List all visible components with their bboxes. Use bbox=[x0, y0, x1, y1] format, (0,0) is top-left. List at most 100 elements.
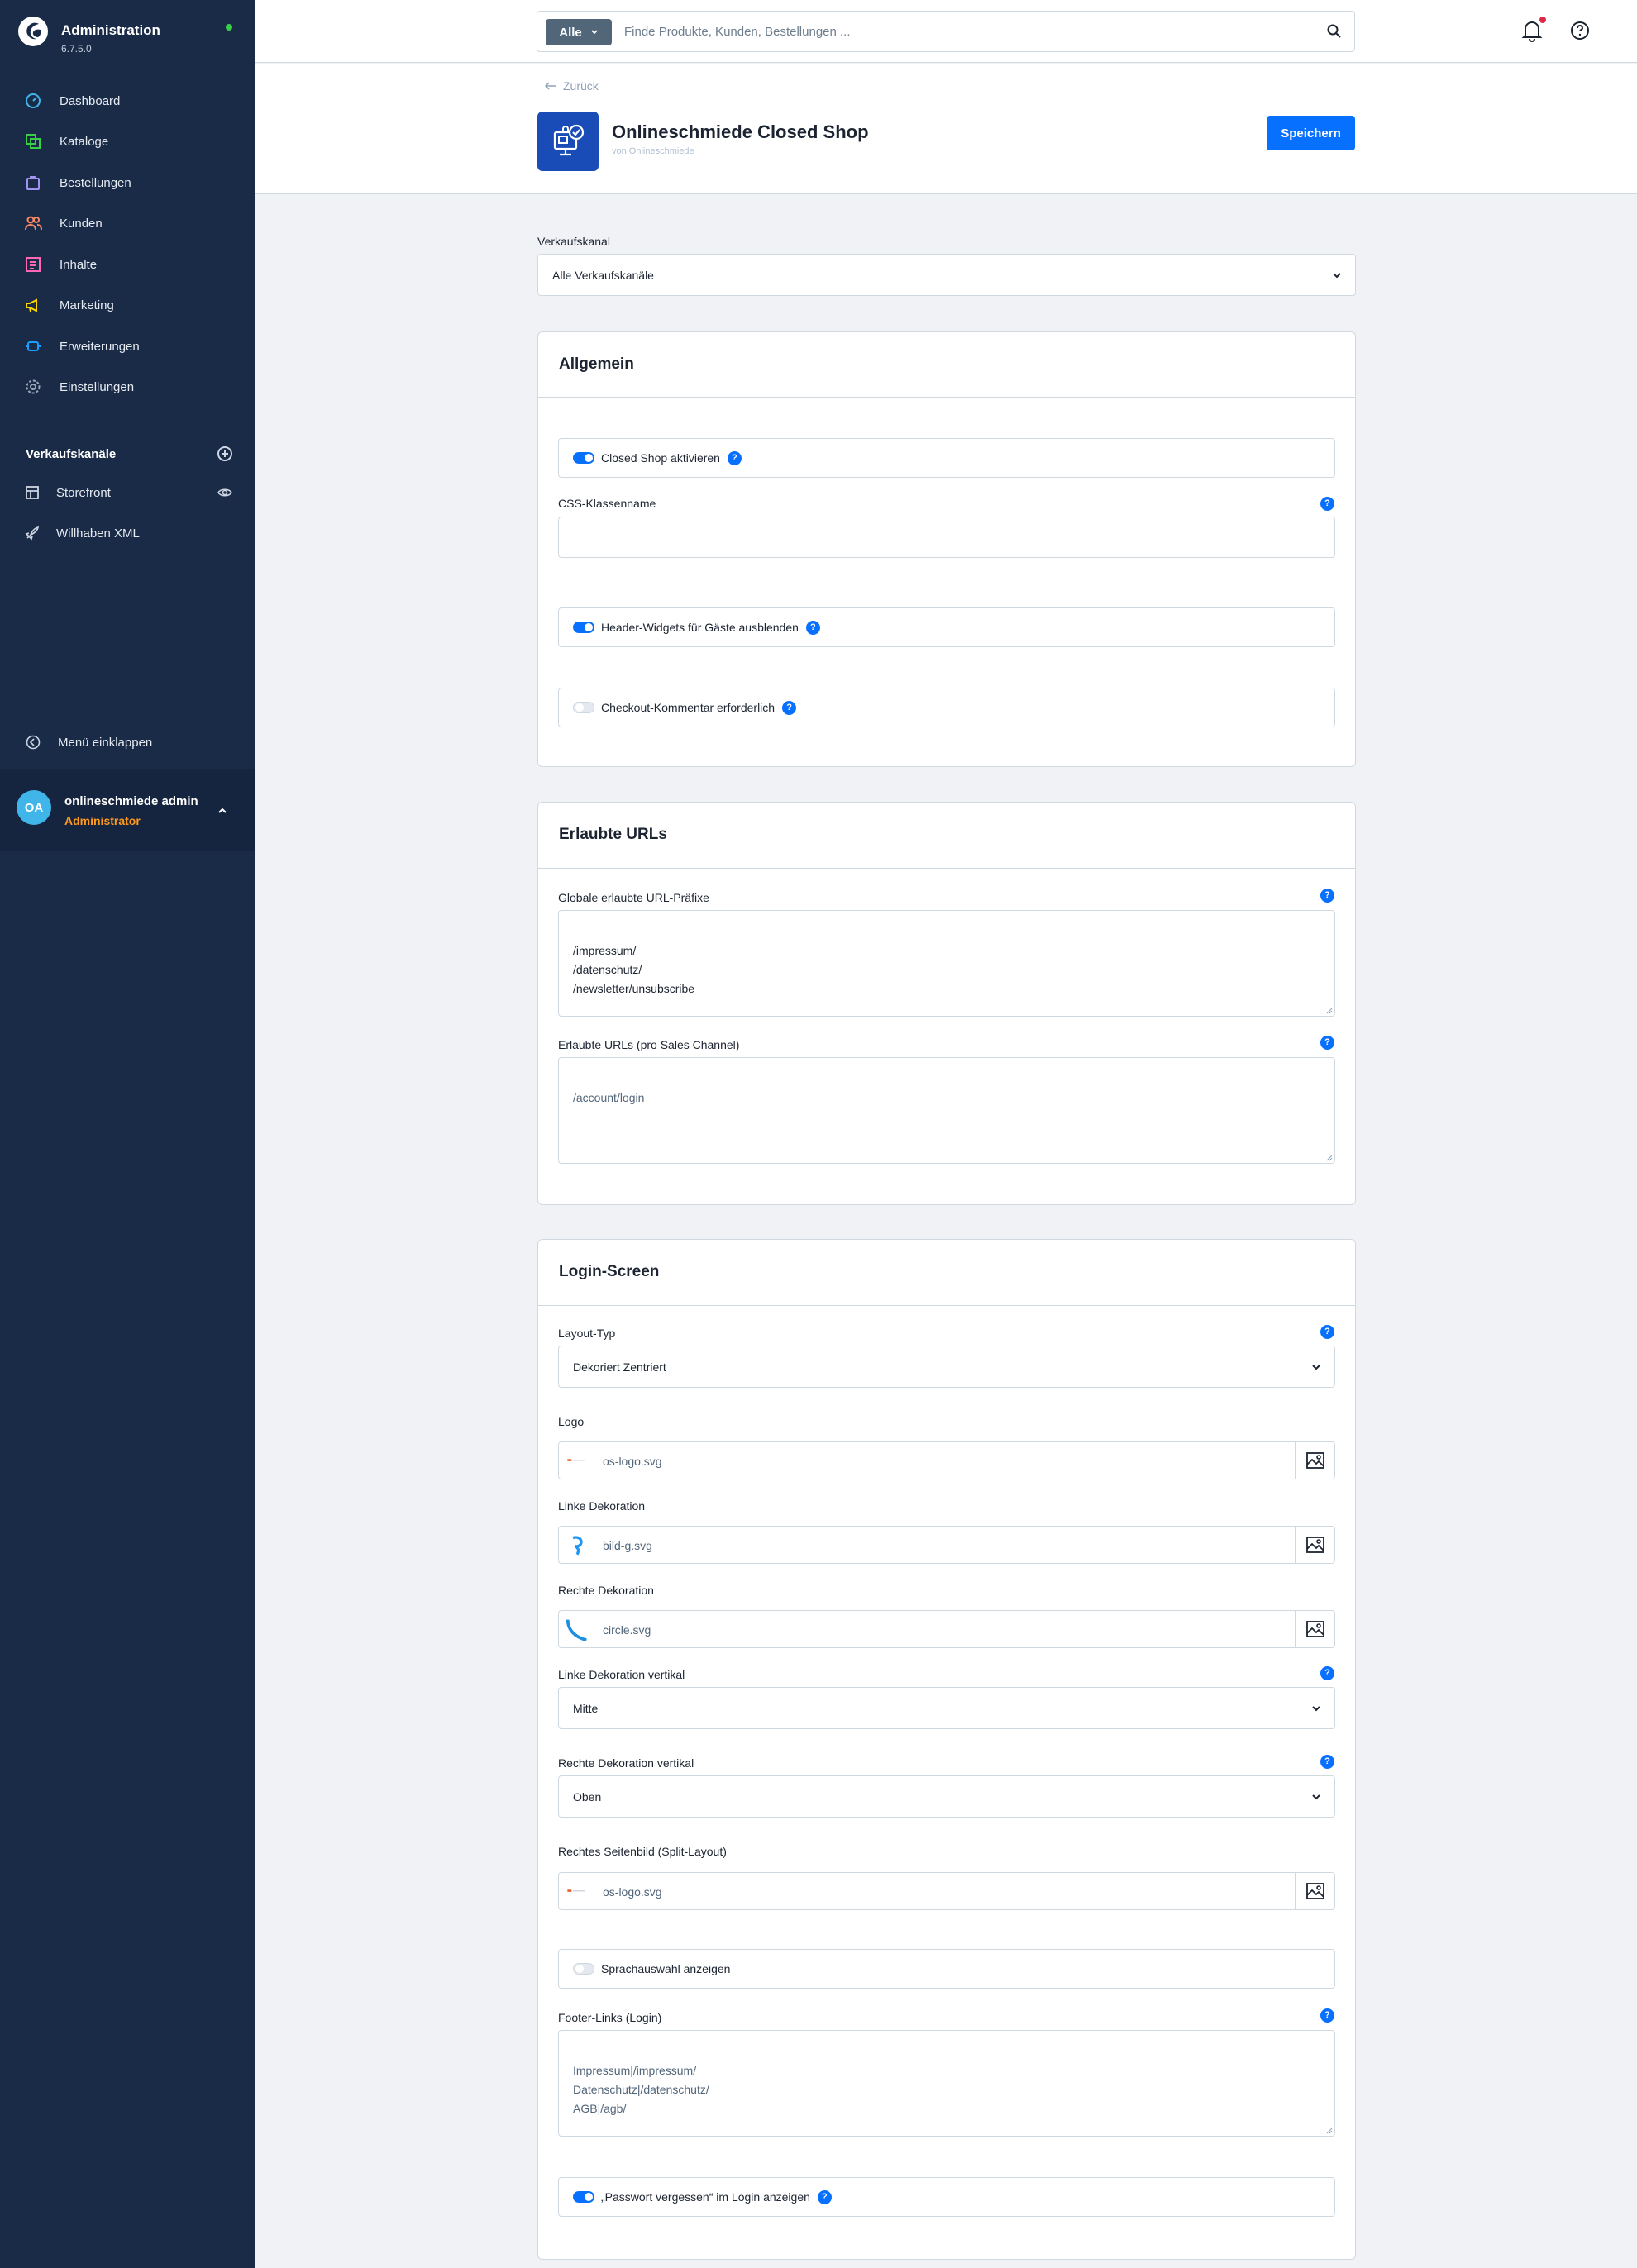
nav-item-kataloge[interactable]: Kataloge bbox=[23, 129, 108, 154]
nav-item-kunden[interactable]: Kunden bbox=[23, 211, 103, 236]
storefront-icon bbox=[23, 484, 41, 502]
footer-links-textarea[interactable]: Impressum|/impressum/ Datenschutz|/daten… bbox=[558, 2030, 1335, 2137]
add-sales-channel-icon[interactable] bbox=[217, 446, 232, 461]
right-decoration-media-field[interactable]: circle.svg bbox=[558, 1610, 1335, 1648]
nav-item-inhalte[interactable]: Inhalte bbox=[23, 252, 97, 277]
right-side-image-media-field[interactable]: os-logo.svg bbox=[558, 1872, 1335, 1910]
info-icon[interactable]: ? bbox=[805, 620, 820, 635]
image-icon bbox=[1305, 1621, 1324, 1637]
hide-header-widgets-switch-field[interactable]: Header-Widgets für Gäste ausblenden ? bbox=[558, 608, 1335, 647]
user-profile[interactable]: OA onlineschmiede admin Administrator bbox=[0, 769, 255, 851]
sidebar: Administration 6.7.5.0 Dashboard Katalog… bbox=[0, 0, 255, 2268]
info-icon[interactable]: ? bbox=[1320, 497, 1334, 511]
dashboard-icon bbox=[23, 91, 43, 111]
layout-type-value: Dekoriert Zentriert bbox=[573, 1360, 666, 1374]
language-switch-toggle[interactable] bbox=[573, 1963, 594, 1975]
info-icon[interactable]: ? bbox=[817, 2189, 832, 2204]
info-icon[interactable]: ? bbox=[782, 700, 797, 715]
language-switch-label: Sprachauswahl anzeigen bbox=[601, 1962, 731, 1975]
card-general: Allgemein Closed Shop aktivieren ? CSS-K… bbox=[537, 331, 1356, 767]
info-icon[interactable]: ? bbox=[1320, 889, 1334, 903]
forgot-password-switch-field[interactable]: „Passwort vergessen“ im Login anzeigen ? bbox=[558, 2177, 1335, 2217]
closed-shop-toggle[interactable] bbox=[573, 452, 594, 464]
nav-item-marketing[interactable]: Marketing bbox=[23, 293, 114, 317]
right-vertical-select[interactable]: Oben bbox=[558, 1775, 1335, 1818]
sales-channel-value: Alle Verkaufskanäle bbox=[552, 268, 654, 282]
resize-grip-icon[interactable] bbox=[1324, 1153, 1333, 1161]
per-channel-urls-placeholder: /account/login bbox=[573, 1091, 645, 1104]
chevron-down-icon bbox=[1333, 272, 1341, 278]
shopware-logo-icon[interactable] bbox=[18, 17, 48, 46]
global-search: Alle bbox=[537, 11, 1355, 52]
logo-media-field[interactable]: os-logo.svg bbox=[558, 1441, 1335, 1479]
sales-channel-label: Storefront bbox=[56, 485, 111, 500]
back-link[interactable]: Zurück bbox=[545, 79, 599, 93]
eye-icon[interactable] bbox=[217, 484, 233, 501]
resize-grip-icon[interactable] bbox=[1324, 2126, 1333, 2134]
sales-channel-storefront[interactable]: Storefront bbox=[23, 480, 233, 505]
open-media-button[interactable] bbox=[1295, 1442, 1334, 1479]
collapse-menu-button[interactable]: Menü einklappen bbox=[25, 731, 152, 754]
app-title: Administration bbox=[61, 22, 160, 38]
resize-grip-icon[interactable] bbox=[1324, 1006, 1333, 1014]
nav-label: Erweiterungen bbox=[60, 339, 140, 354]
search-input[interactable] bbox=[624, 12, 1302, 51]
nav-item-bestellungen[interactable]: Bestellungen bbox=[23, 170, 131, 195]
orders-icon bbox=[23, 173, 43, 193]
info-icon[interactable]: ? bbox=[1320, 1036, 1334, 1050]
page-header: Zurück Onlineschmiede Closed Shop von On… bbox=[255, 64, 1637, 194]
info-icon[interactable]: ? bbox=[1320, 1325, 1334, 1339]
global-prefixes-textarea[interactable]: /impressum/ /datenschutz/ /newsletter/un… bbox=[558, 910, 1335, 1017]
right-decoration-thumbnail bbox=[562, 1614, 592, 1644]
chevron-up-icon[interactable] bbox=[217, 805, 228, 817]
help-icon[interactable] bbox=[1569, 20, 1591, 41]
rocket-icon bbox=[23, 524, 41, 542]
nav-item-einstellungen[interactable]: Einstellungen bbox=[23, 374, 134, 399]
search-type-label: Alle bbox=[559, 25, 582, 40]
left-decoration-media-field[interactable]: bild-g.svg bbox=[558, 1526, 1335, 1564]
avatar: OA bbox=[17, 790, 51, 825]
left-vertical-select[interactable]: Mitte bbox=[558, 1687, 1335, 1729]
checkout-comment-toggle[interactable] bbox=[573, 702, 594, 713]
info-icon[interactable]: ? bbox=[1320, 1666, 1334, 1680]
image-icon bbox=[1305, 1883, 1324, 1899]
info-icon[interactable]: ? bbox=[1320, 1755, 1334, 1769]
save-button[interactable]: Speichern bbox=[1267, 116, 1355, 150]
nav-label: Kunden bbox=[60, 216, 103, 231]
settings-icon bbox=[23, 377, 43, 397]
forgot-password-toggle[interactable] bbox=[573, 2191, 594, 2203]
per-channel-urls-textarea[interactable]: /account/login bbox=[558, 1057, 1335, 1164]
user-name: onlineschmiede admin bbox=[64, 794, 198, 808]
back-label: Zurück bbox=[563, 79, 599, 93]
language-switch-switch-field[interactable]: Sprachauswahl anzeigen bbox=[558, 1949, 1335, 1989]
sales-channel-willhaben-xml[interactable]: Willhaben XML bbox=[23, 521, 233, 546]
closed-shop-switch-field[interactable]: Closed Shop aktivieren ? bbox=[558, 438, 1335, 478]
card-login-screen: Login-Screen Layout-Typ ? Dekoriert Zent… bbox=[537, 1239, 1356, 2260]
info-icon[interactable]: ? bbox=[727, 450, 742, 465]
open-media-button[interactable] bbox=[1295, 1873, 1334, 1909]
sales-channel-select[interactable]: Alle Verkaufskanäle bbox=[537, 254, 1356, 296]
chevron-down-icon bbox=[591, 30, 598, 35]
layout-type-select[interactable]: Dekoriert Zentriert bbox=[558, 1346, 1335, 1388]
nav-item-dashboard[interactable]: Dashboard bbox=[23, 88, 120, 113]
user-role: Administrator bbox=[64, 814, 141, 827]
chevron-down-icon bbox=[1312, 1364, 1320, 1370]
logo-label: Logo bbox=[558, 1415, 585, 1428]
right-vertical-value: Oben bbox=[573, 1789, 602, 1803]
info-icon[interactable]: ? bbox=[1320, 2008, 1334, 2023]
right-side-image-filename: os-logo.svg bbox=[603, 1885, 662, 1899]
sales-channels-heading-label: Verkaufskanäle bbox=[26, 446, 117, 461]
nav-label: Bestellungen bbox=[60, 175, 131, 190]
footer-links-placeholder: Impressum|/impressum/ Datenschutz|/daten… bbox=[573, 2064, 709, 2115]
nav-item-erweiterungen[interactable]: Erweiterungen bbox=[23, 334, 140, 359]
content-icon bbox=[23, 255, 43, 274]
hide-header-widgets-toggle[interactable] bbox=[573, 622, 594, 633]
search-type-select[interactable]: Alle bbox=[546, 19, 612, 45]
notification-badge bbox=[1539, 17, 1546, 23]
open-media-button[interactable] bbox=[1295, 1611, 1334, 1647]
css-class-input[interactable] bbox=[558, 517, 1335, 558]
open-media-button[interactable] bbox=[1295, 1527, 1334, 1563]
page-title: Onlineschmiede Closed Shop bbox=[612, 122, 869, 142]
search-icon[interactable] bbox=[1326, 23, 1343, 40]
checkout-comment-switch-field[interactable]: Checkout-Kommentar erforderlich ? bbox=[558, 688, 1335, 727]
